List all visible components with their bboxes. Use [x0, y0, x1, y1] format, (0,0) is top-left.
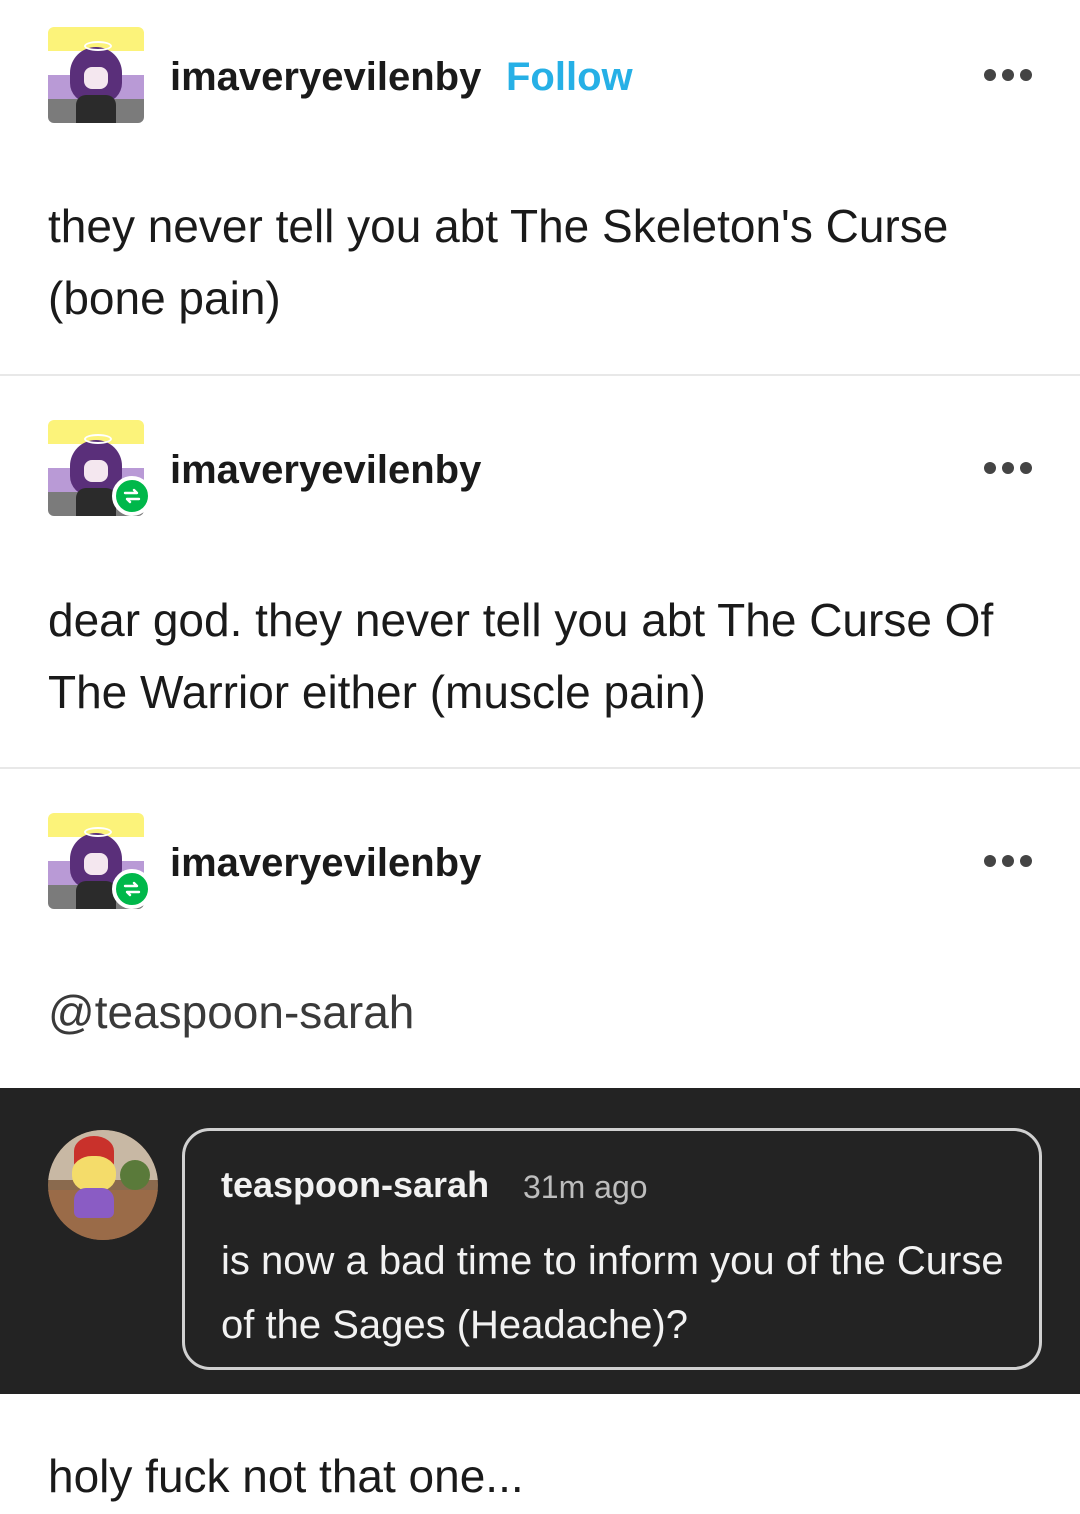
follow-button[interactable]: Follow [506, 53, 633, 101]
comment-username: teaspoon-sarah [221, 1164, 490, 1205]
reblog-icon [112, 869, 152, 909]
post-header: imaveryevilenby Follow [48, 27, 1032, 123]
avatar [48, 1130, 158, 1240]
post-body: they never tell you abt The Skeleton's C… [48, 200, 949, 324]
reblog-icon [112, 476, 152, 516]
reply-text: holy fuck not that one... [48, 1450, 524, 1502]
username[interactable]: imaveryevilenby [170, 53, 481, 101]
more-options-icon[interactable] [984, 458, 1032, 478]
comment-screenshot: teaspoon-sarah 31m ago is now a bad time… [0, 1088, 1080, 1394]
comment-timestamp: 31m ago [523, 1169, 648, 1205]
divider [0, 767, 1080, 769]
post-header: imaveryevilenby [48, 813, 1032, 909]
avatar[interactable] [48, 27, 144, 123]
divider [0, 374, 1080, 376]
comment-text: is now a bad time to inform you of the C… [221, 1239, 1004, 1347]
username[interactable]: imaveryevilenby [170, 839, 481, 887]
post-header: imaveryevilenby [48, 420, 1032, 516]
mention-link[interactable]: @teaspoon-sarah [48, 984, 414, 1040]
post-body: dear god. they never tell you abt The Cu… [48, 594, 994, 718]
username[interactable]: imaveryevilenby [170, 446, 481, 494]
comment-bubble: teaspoon-sarah 31m ago is now a bad time… [182, 1128, 1042, 1370]
more-options-icon[interactable] [984, 65, 1032, 85]
more-options-icon[interactable] [984, 851, 1032, 871]
